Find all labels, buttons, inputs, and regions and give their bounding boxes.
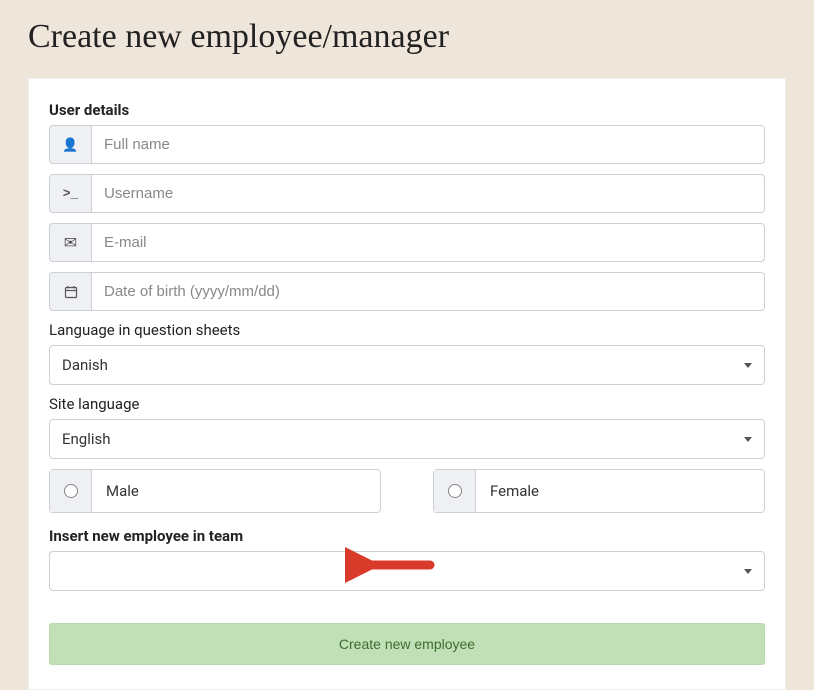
form-card: User details >_ Language in question she… bbox=[28, 78, 786, 690]
site-language-value: English bbox=[62, 430, 736, 448]
gender-male-label: Male bbox=[92, 482, 153, 500]
username-input[interactable] bbox=[91, 174, 765, 213]
radio-icon bbox=[434, 470, 476, 512]
email-group bbox=[49, 223, 765, 262]
dob-group bbox=[49, 272, 765, 311]
dob-input[interactable] bbox=[91, 272, 765, 311]
chevron-down-icon bbox=[744, 569, 752, 574]
team-select[interactable] bbox=[49, 551, 765, 591]
chevron-down-icon bbox=[744, 363, 752, 368]
chevron-down-icon bbox=[744, 437, 752, 442]
page-title: Create new employee/manager bbox=[0, 0, 814, 78]
gender-row: Male Female bbox=[49, 469, 765, 513]
envelope-icon bbox=[49, 223, 91, 262]
calendar-icon bbox=[49, 272, 91, 311]
language-sheets-value: Danish bbox=[62, 356, 736, 374]
gender-male-option[interactable]: Male bbox=[49, 469, 381, 513]
gender-female-label: Female bbox=[476, 482, 553, 500]
radio-icon bbox=[50, 470, 92, 512]
full-name-input[interactable] bbox=[91, 125, 765, 164]
create-employee-button[interactable]: Create new employee bbox=[49, 623, 765, 665]
email-input[interactable] bbox=[91, 223, 765, 262]
team-label: Insert new employee in team bbox=[49, 527, 765, 545]
site-language-label: Site language bbox=[49, 395, 765, 413]
language-sheets-label: Language in question sheets bbox=[49, 321, 765, 339]
user-details-heading: User details bbox=[49, 101, 765, 119]
full-name-group bbox=[49, 125, 765, 164]
username-group: >_ bbox=[49, 174, 765, 213]
terminal-icon: >_ bbox=[49, 174, 91, 213]
gender-female-option[interactable]: Female bbox=[433, 469, 765, 513]
site-language-select[interactable]: English bbox=[49, 419, 765, 459]
person-icon bbox=[49, 125, 91, 164]
language-sheets-select[interactable]: Danish bbox=[49, 345, 765, 385]
